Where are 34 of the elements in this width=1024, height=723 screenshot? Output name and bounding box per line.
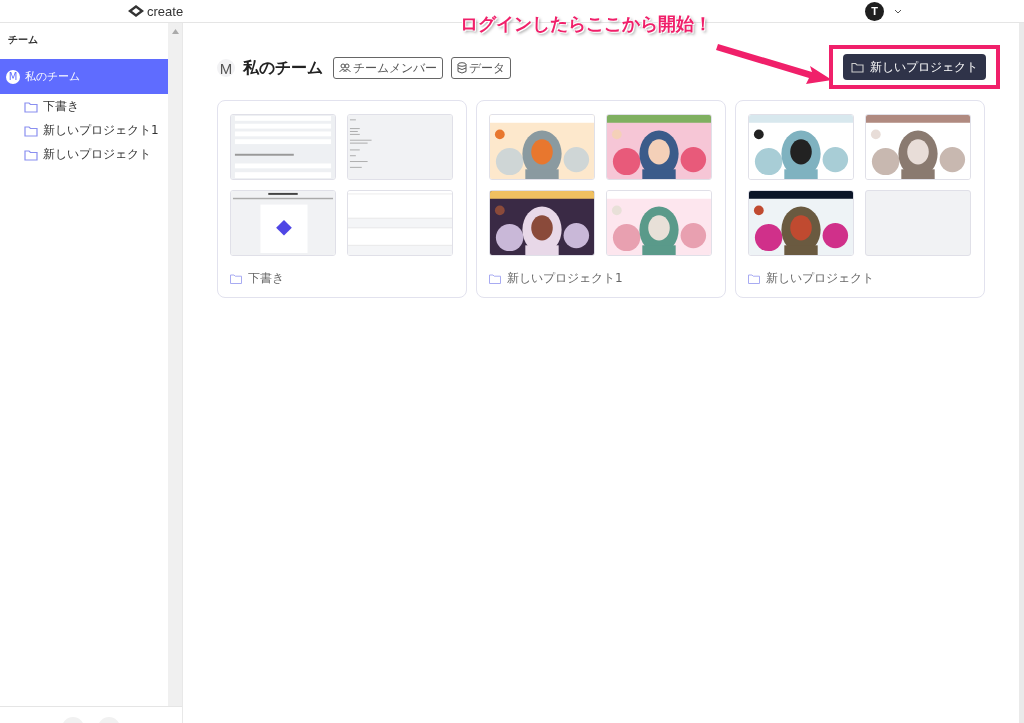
folder-icon [24,100,38,113]
project-name: 下書き [230,270,454,287]
people-icon [339,63,351,73]
project-name: 新しいプロジェクト [748,270,972,287]
folder-icon [489,273,501,284]
folder-icon [230,273,242,284]
team-title: 私のチーム [243,57,323,79]
scroll-up-icon[interactable] [171,29,179,34]
project-card[interactable]: 新しいプロジェクト1 [476,100,726,298]
folder-icon [24,148,38,161]
logo-icon [128,5,144,17]
chevron-down-icon[interactable] [894,8,902,14]
data-button[interactable]: データ [451,57,511,79]
folder-icon [24,124,38,137]
folder-item[interactable]: 新しいプロジェクト1 [0,119,168,142]
database-icon [457,62,467,74]
folder-icon [851,61,864,73]
folder-icon [748,273,760,284]
team-avatar: M [217,59,235,77]
folder-item[interactable]: 新しいプロジェクト [0,143,168,166]
folder-item[interactable]: 下書き [0,95,168,118]
project-card[interactable]: 下書き [217,100,467,298]
user-avatar[interactable]: T [865,1,884,21]
members-button[interactable]: チームメンバー [333,57,443,79]
team-name: 私のチーム [25,69,80,84]
annotation-text: ログインしたらここから開始！ [460,12,712,36]
project-name: 新しいプロジェクト1 [489,270,713,287]
sidebar-heading: チーム [7,33,39,47]
new-project-button[interactable]: 新しいプロジェクト [843,54,986,80]
scrollbar[interactable] [168,23,182,706]
logo-text: create [147,3,184,19]
project-card[interactable]: 新しいプロジェクト [735,100,985,298]
team-avatar: M [6,69,20,84]
team-item[interactable]: M 私のチーム [0,59,168,94]
